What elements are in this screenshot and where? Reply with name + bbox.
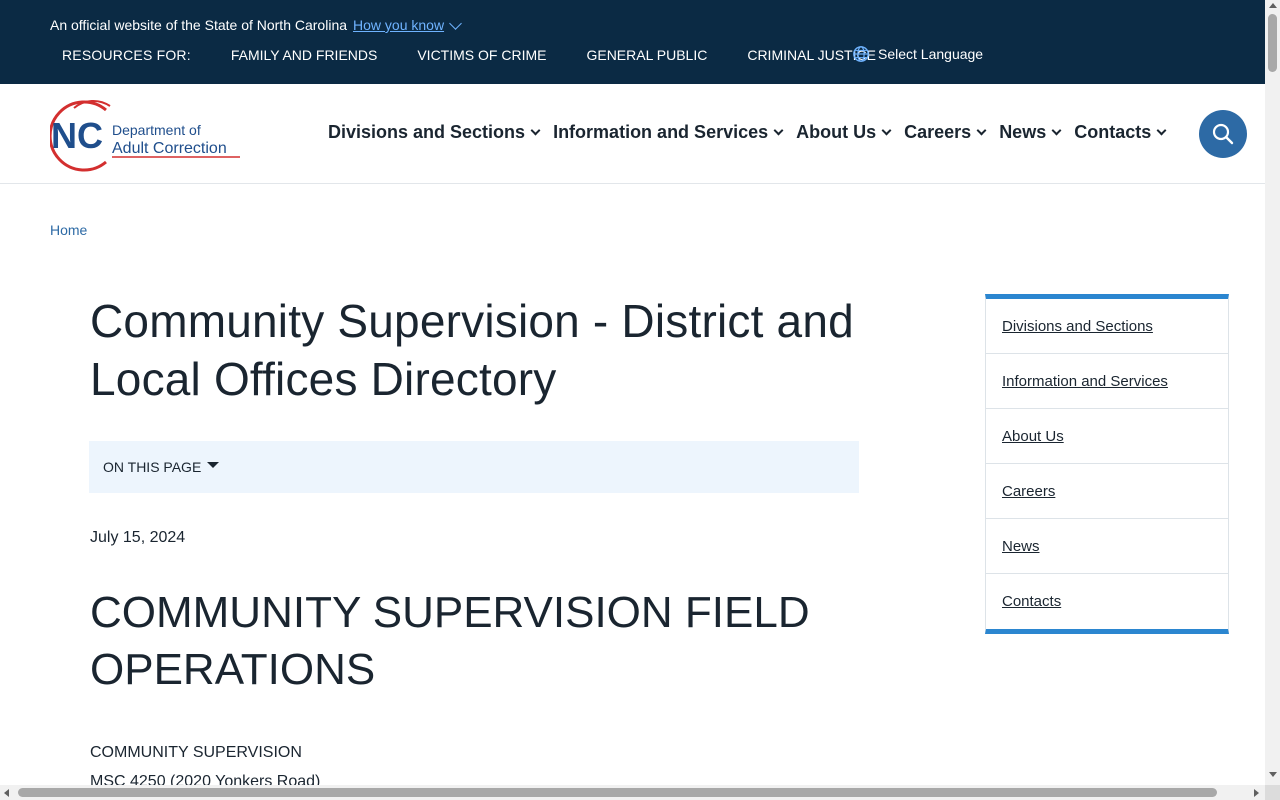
caret-down-icon <box>207 462 220 468</box>
nav-about-us[interactable]: About Us <box>796 122 892 143</box>
site-header: NC Department of Adult Correction Divisi… <box>0 84 1265 184</box>
scrollbar-corner <box>1265 785 1280 800</box>
resource-link-family-and-friends[interactable]: FAMILY AND FRIENDS <box>231 47 378 63</box>
scroll-left-arrow-icon[interactable] <box>4 789 9 797</box>
side-menu-careers[interactable]: Careers <box>986 464 1228 519</box>
chevron-down-icon <box>1051 125 1062 136</box>
side-menu-news[interactable]: News <box>986 519 1228 574</box>
side-menu-contacts[interactable]: Contacts <box>986 574 1228 629</box>
how-you-know-label: How you know <box>353 17 445 33</box>
select-language-label: Select Language <box>878 46 984 62</box>
resource-link-general-public[interactable]: GENERAL PUBLIC <box>586 47 707 63</box>
page-title: Community Supervision - District and Loc… <box>90 295 854 405</box>
search-icon <box>1212 123 1234 145</box>
logo-line-2: Adult Correction <box>112 140 227 157</box>
chevron-down-icon <box>773 125 784 136</box>
nav-label: Information and Services <box>553 122 769 142</box>
official-site-banner: An official website of the State of Nort… <box>0 0 1265 84</box>
nav-label: News <box>999 122 1047 142</box>
nav-label: About Us <box>796 122 877 142</box>
address-line-1: COMMUNITY SUPERVISION <box>90 744 302 761</box>
nav-careers[interactable]: Careers <box>904 122 987 143</box>
select-language-button[interactable]: Select Language <box>852 45 983 63</box>
breadcrumb: Home <box>50 222 87 238</box>
horizontal-scroll-thumb[interactable] <box>18 788 1217 797</box>
scroll-down-arrow-icon[interactable] <box>1269 772 1277 777</box>
nav-news[interactable]: News <box>999 122 1062 143</box>
breadcrumb-home-link[interactable]: Home <box>50 222 87 238</box>
vertical-scroll-thumb[interactable] <box>1268 14 1277 72</box>
section-heading: COMMUNITY SUPERVISION FIELD OPERATIONS <box>90 588 810 694</box>
side-menu: Divisions and Sections Information and S… <box>985 294 1229 634</box>
logo-mark: NC <box>51 115 103 156</box>
logo-line-1: Department of <box>112 122 201 138</box>
resources-nav: RESOURCES FOR: FAMILY AND FRIENDS VICTIM… <box>62 47 916 63</box>
scroll-up-arrow-icon[interactable] <box>1269 3 1277 8</box>
nc-dac-logo: NC Department of Adult Correction <box>48 99 240 172</box>
on-this-page-label: ON THIS PAGE <box>103 459 202 475</box>
site-logo[interactable]: NC Department of Adult Correction <box>48 96 245 172</box>
resource-link-victims-of-crime[interactable]: VICTIMS OF CRIME <box>417 47 546 63</box>
horizontal-scrollbar[interactable] <box>0 785 1265 800</box>
how-you-know-link[interactable]: How you know <box>353 16 462 33</box>
nav-information-and-services[interactable]: Information and Services <box>553 122 784 143</box>
resources-label: RESOURCES FOR: <box>62 47 191 63</box>
side-menu-about-us[interactable]: About Us <box>986 409 1228 464</box>
post-date: July 15, 2024 <box>90 529 186 546</box>
official-site-text: An official website of the State of Nort… <box>50 17 348 33</box>
side-menu-information-and-services[interactable]: Information and Services <box>986 354 1228 409</box>
vertical-scrollbar[interactable] <box>1265 0 1280 800</box>
scroll-right-arrow-icon[interactable] <box>1254 789 1259 797</box>
chevron-down-icon <box>449 16 462 30</box>
search-button[interactable] <box>1199 110 1247 158</box>
on-this-page-toggle[interactable]: ON THIS PAGE <box>89 441 859 493</box>
chevron-down-icon <box>530 125 541 136</box>
nav-contacts[interactable]: Contacts <box>1074 122 1167 143</box>
nav-label: Contacts <box>1074 122 1152 142</box>
nav-label: Careers <box>904 122 972 142</box>
nav-label: Divisions and Sections <box>328 122 526 142</box>
globe-icon <box>853 46 869 62</box>
chevron-down-icon <box>1156 125 1167 136</box>
chevron-down-icon <box>881 125 892 136</box>
nav-divisions-and-sections[interactable]: Divisions and Sections <box>328 122 541 143</box>
side-menu-divisions-and-sections[interactable]: Divisions and Sections <box>986 299 1228 354</box>
official-site-notice: An official website of the State of Nort… <box>50 16 462 33</box>
chevron-down-icon <box>976 125 987 136</box>
main-nav: Divisions and Sections Information and S… <box>328 122 1179 143</box>
